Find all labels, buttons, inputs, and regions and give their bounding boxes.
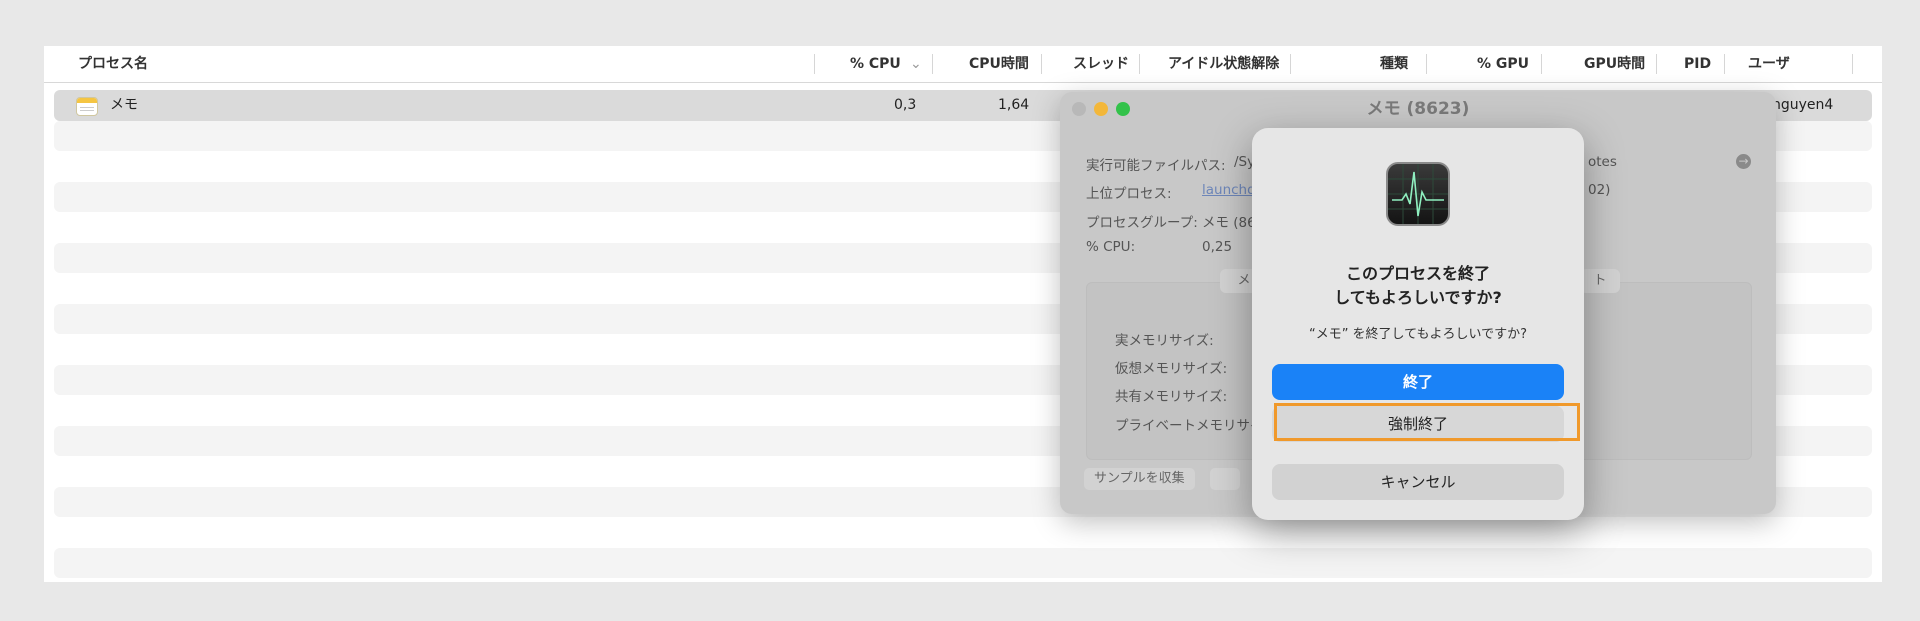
parent-process-link[interactable]: launchd [1202, 182, 1256, 198]
window-button[interactable] [1210, 468, 1240, 490]
arrow-right-circle-icon[interactable]: → [1736, 154, 1751, 169]
window-title: メモ (8623) [1366, 99, 1470, 119]
quit-confirmation-dialog: このプロセスを終了 してもよろしいですか? “メモ” を終了してもよろしいですか… [1252, 128, 1584, 520]
column-header-idle-wakeups[interactable]: アイドル状態解除 [1168, 46, 1279, 82]
dialog-title-line-1: このプロセスを終了 [1345, 264, 1490, 283]
exec-path-label: 実行可能ファイルパス: [1086, 158, 1226, 174]
column-divider [1139, 54, 1140, 74]
parent-process-label: 上位プロセス: [1086, 186, 1172, 202]
process-group-value: メモ (86 [1202, 215, 1256, 231]
column-header-gpu-time[interactable]: GPU時間 [1584, 46, 1645, 82]
activity-monitor-icon [1386, 162, 1450, 226]
table-header: プロセス名 % CPU ⌄ CPU時間 スレッド アイドル状態解除 種類 % G… [44, 46, 1882, 83]
cpu-cell: 0,3 [894, 97, 917, 113]
cancel-button[interactable]: キャンセル [1272, 464, 1564, 500]
sample-process-button[interactable]: サンプルを収集 [1084, 468, 1195, 490]
column-header-threads[interactable]: スレッド [1073, 46, 1129, 82]
column-header-gpu[interactable]: % GPU [1477, 46, 1529, 82]
column-divider [1426, 54, 1427, 74]
real-memory-label: 実メモリサイズ: [1115, 333, 1214, 349]
sort-chevron-icon: ⌄ [910, 56, 922, 72]
cpu-time-cell: 1,64 [998, 97, 1030, 113]
dialog-title: このプロセスを終了 してもよろしいですか? [1272, 262, 1564, 310]
column-header-kind[interactable]: 種類 [1380, 46, 1408, 82]
column-divider [932, 54, 933, 74]
column-header-pid[interactable]: PID [1684, 46, 1711, 82]
force-quit-button[interactable]: 強制終了 [1272, 406, 1564, 442]
dialog-title-line-2: してもよろしいですか? [1334, 288, 1502, 307]
cpu-label: % CPU: [1086, 239, 1136, 255]
process-group-label: プロセスグループ: [1086, 215, 1198, 231]
shared-memory-label: 共有メモリサイズ: [1115, 389, 1228, 405]
column-header-user[interactable]: ユーザ [1748, 46, 1790, 82]
process-name-cell: メモ [110, 97, 138, 113]
table-row[interactable] [54, 547, 1872, 578]
cpu-value: 0,25 [1202, 239, 1233, 255]
column-header-cpu[interactable]: % CPU [850, 46, 901, 82]
column-divider [1656, 54, 1657, 74]
user-cell: nguyen4 [1772, 97, 1834, 113]
column-divider [1541, 54, 1542, 74]
notes-app-icon [76, 97, 98, 116]
parent-process-tail: 02) [1588, 182, 1611, 198]
exec-path-tail: otes [1588, 154, 1617, 170]
tab-right[interactable]: ト [1580, 269, 1620, 293]
column-divider [814, 54, 815, 74]
column-header-process-name[interactable]: プロセス名 [78, 46, 148, 82]
quit-button[interactable]: 終了 [1272, 364, 1564, 400]
table-row[interactable] [54, 517, 1872, 548]
column-header-cpu-time[interactable]: CPU時間 [969, 46, 1029, 82]
column-divider [1724, 54, 1725, 74]
column-divider [1852, 54, 1853, 74]
private-memory-label: プライベートメモリサイ [1115, 418, 1264, 434]
virtual-memory-label: 仮想メモリサイズ: [1115, 361, 1228, 377]
dialog-message: “メモ” を終了してもよろしいですか? [1308, 327, 1528, 342]
heartbeat-graph [1388, 164, 1448, 224]
column-divider [1290, 54, 1291, 74]
column-divider [1041, 54, 1042, 74]
